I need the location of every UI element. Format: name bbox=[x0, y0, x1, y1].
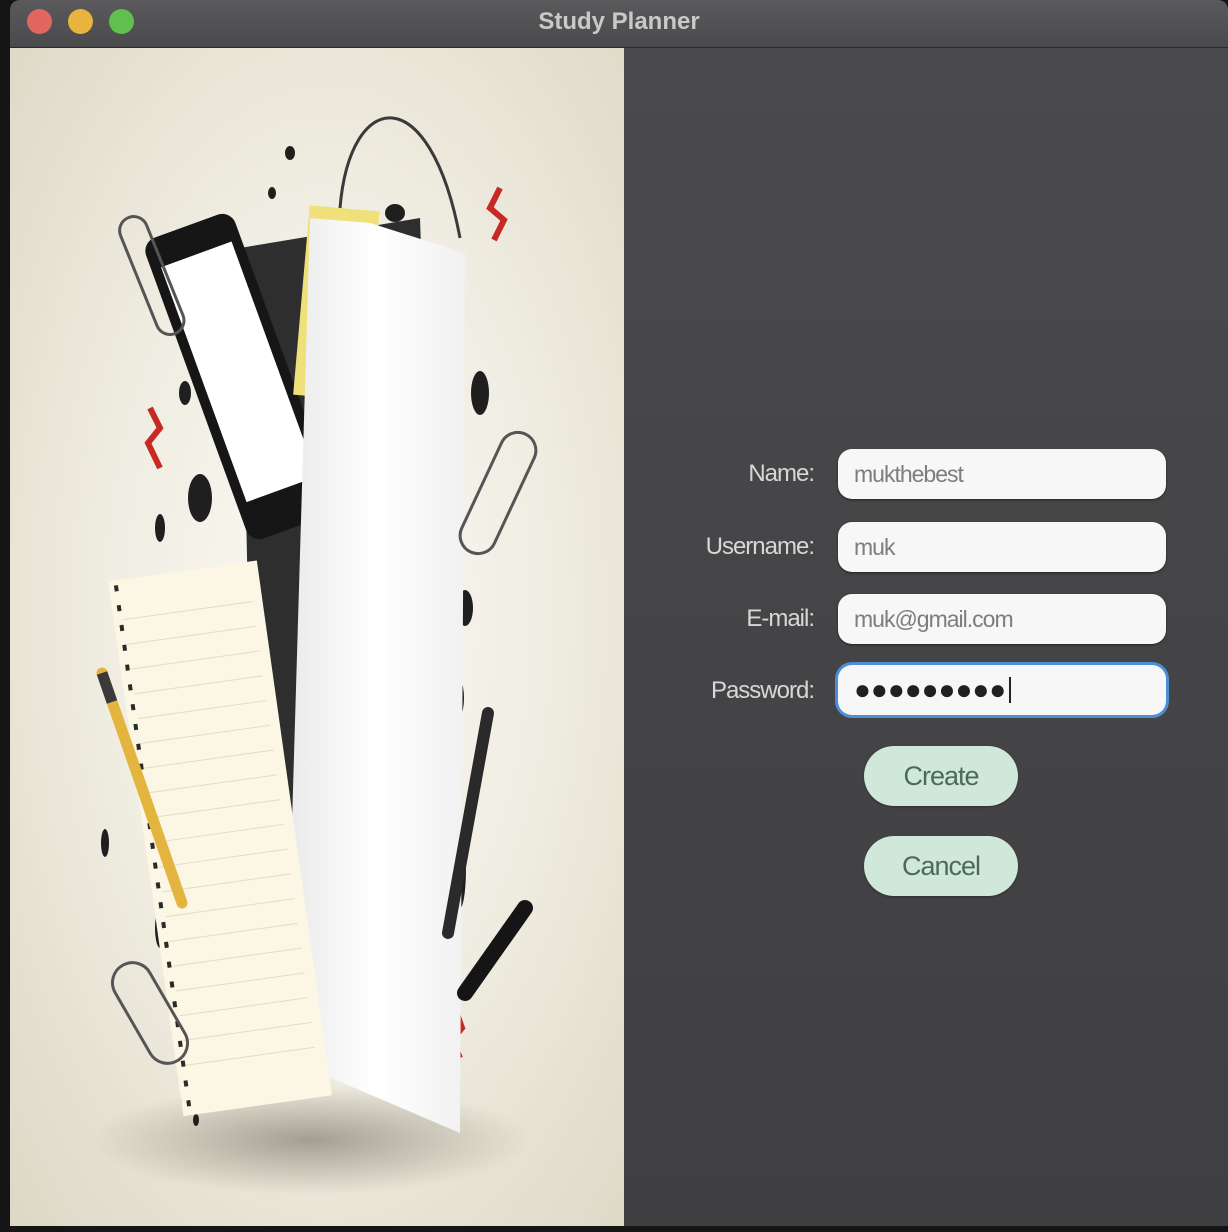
password-field[interactable]: ●●●●●●●●● bbox=[838, 665, 1166, 715]
email-field[interactable]: muk@gmail.com bbox=[838, 594, 1166, 644]
app-window: Study Planner Name: mukthebest Username:… bbox=[10, 0, 1228, 1226]
signup-form: Name: mukthebest Username: muk E-mail: m… bbox=[624, 48, 1228, 1226]
password-masked-value: ●●●●●●●●● bbox=[854, 674, 1007, 705]
username-label: Username: bbox=[705, 533, 815, 560]
text-caret bbox=[1009, 677, 1012, 703]
email-label: E-mail: bbox=[746, 605, 815, 632]
cancel-button[interactable]: Cancel bbox=[864, 836, 1018, 896]
password-label: Password: bbox=[710, 677, 815, 704]
name-field[interactable]: mukthebest bbox=[838, 449, 1166, 499]
name-label: Name: bbox=[748, 460, 815, 487]
study-illustration bbox=[10, 48, 624, 1226]
username-field[interactable]: muk bbox=[838, 522, 1166, 572]
create-button[interactable]: Create bbox=[864, 746, 1018, 806]
title-bar[interactable]: Study Planner bbox=[10, 0, 1228, 48]
window-title: Study Planner bbox=[538, 8, 700, 35]
illustration-graphic bbox=[90, 116, 538, 1195]
